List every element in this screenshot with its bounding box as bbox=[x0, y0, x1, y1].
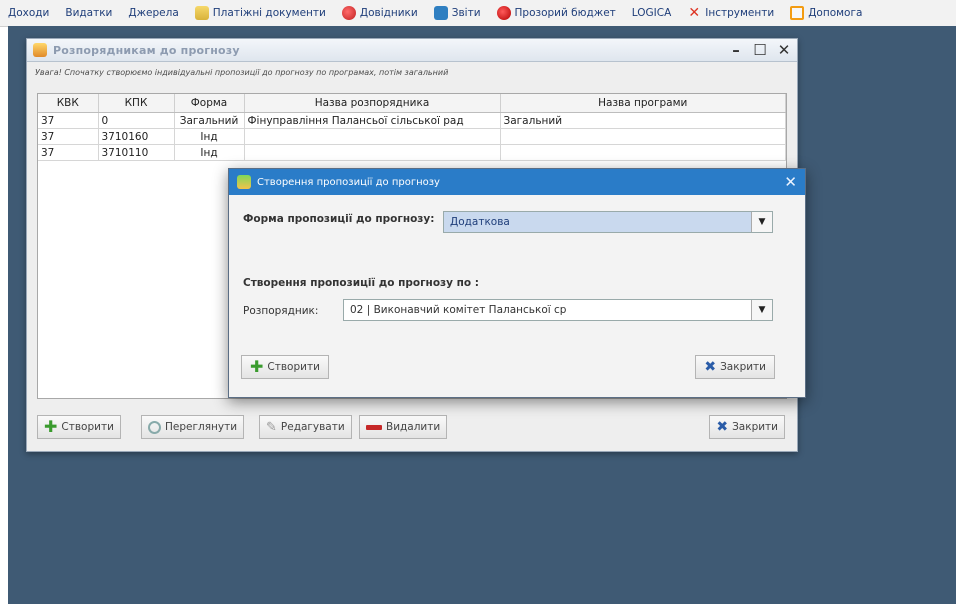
rozporiadnyk-select[interactable]: 02 | Виконавчий комітет Паланської ср ▼ bbox=[343, 299, 773, 321]
search-icon bbox=[148, 420, 161, 434]
folder-icon bbox=[194, 6, 209, 20]
cell-forma: Інд bbox=[174, 144, 245, 161]
close-x-icon: ✖ bbox=[716, 419, 729, 435]
menu-dzherela[interactable]: Джерела bbox=[120, 0, 186, 26]
section-label: Створення пропозиції до прогнозу по : bbox=[243, 277, 479, 289]
plus-icon: ✚ bbox=[44, 417, 58, 436]
dialog-close-button[interactable]: ✖ Закрити bbox=[695, 355, 775, 379]
chevron-down-icon[interactable]: ▼ bbox=[751, 300, 772, 320]
cell-kvk: 37 bbox=[38, 112, 99, 129]
close-button-label: Закрити bbox=[732, 421, 778, 433]
cell-forma: Інд bbox=[174, 128, 245, 145]
dialog-titlebar[interactable]: Створення пропозиції до прогнозу ✕ bbox=[229, 169, 805, 195]
menu-prozoryi-biudzhet[interactable]: Прозорий бюджет bbox=[489, 0, 624, 26]
table-header-row: КВК КПК Форма Назва розпорядника Назва п… bbox=[38, 94, 786, 113]
dialog-close-label: Закрити bbox=[720, 361, 766, 373]
red-circle-icon bbox=[496, 6, 511, 20]
menu-label: Доходи bbox=[8, 7, 50, 19]
delete-icon bbox=[366, 424, 382, 430]
dialog-app-icon bbox=[237, 175, 251, 189]
close-x-icon: ✖ bbox=[704, 359, 717, 375]
menu-dohody[interactable]: Доходи bbox=[0, 0, 57, 26]
delete-button[interactable]: Видалити bbox=[359, 415, 448, 439]
edit-button[interactable]: ✎ Редагувати bbox=[259, 415, 352, 439]
close-icon[interactable]: ✕ bbox=[777, 41, 791, 59]
menu-dovidnyky[interactable]: Довідники bbox=[334, 0, 426, 26]
cell-nazva-prohramy bbox=[500, 144, 786, 161]
maximize-icon[interactable]: ☐ bbox=[753, 41, 767, 59]
table-row[interactable]: 37 0 Загальний Фінуправління Палансьої с… bbox=[38, 112, 786, 129]
hint-text: Увага! Спочатку створюємо індивідуальні … bbox=[35, 68, 449, 77]
column-header-forma[interactable]: Форма bbox=[174, 94, 245, 113]
view-button[interactable]: Переглянути bbox=[141, 415, 245, 439]
table-row[interactable]: 37 3710160 Інд bbox=[38, 128, 786, 145]
cell-nazva-prohramy bbox=[500, 128, 786, 145]
cell-nazva-rozporiadnyka: Фінуправління Палансьої сільської рад bbox=[244, 112, 501, 129]
window-button-bar: ✚ Створити Переглянути ✎ Редагувати Вида… bbox=[37, 415, 785, 441]
minimize-icon[interactable]: – bbox=[729, 41, 743, 59]
menu-label: Видатки bbox=[65, 7, 113, 19]
menu-platizhni-dokumenty[interactable]: Платіжні документи bbox=[187, 0, 334, 26]
create-button[interactable]: ✚ Створити bbox=[37, 415, 121, 439]
form-select-value: Додаткова bbox=[450, 216, 510, 228]
main-menu-bar: Доходи Видатки Джерела Платіжні документ… bbox=[0, 0, 956, 27]
cell-nazva-rozporiadnyka bbox=[244, 144, 501, 161]
edit-icon: ✎ bbox=[266, 419, 277, 435]
view-button-label: Переглянути bbox=[165, 421, 238, 433]
menu-dopomoha[interactable]: Допомога bbox=[782, 0, 870, 26]
cell-kpk: 3710110 bbox=[98, 144, 175, 161]
help-icon bbox=[790, 6, 805, 20]
chevron-down-icon[interactable]: ▼ bbox=[751, 212, 772, 232]
dialog-create-label: Створити bbox=[267, 361, 320, 373]
column-header-nazva-rozporiadnyka[interactable]: Назва розпорядника bbox=[244, 94, 501, 113]
menu-logica[interactable]: LOGICA bbox=[624, 0, 680, 26]
menu-label: LOGICA bbox=[631, 7, 672, 19]
rozporiadnyk-select-value: 02 | Виконавчий комітет Паланської ср bbox=[350, 304, 567, 316]
column-header-kpk[interactable]: КПК bbox=[98, 94, 175, 113]
menu-label: Прозорий бюджет bbox=[514, 7, 616, 19]
dialog-close-icon[interactable]: ✕ bbox=[784, 173, 797, 191]
window-app-icon bbox=[33, 43, 47, 57]
menu-label: Платіжні документи bbox=[212, 7, 326, 19]
cell-kpk: 3710160 bbox=[98, 128, 175, 145]
window-titlebar[interactable]: Розпорядникам до прогнозу – ☐ ✕ bbox=[27, 39, 797, 62]
menu-label: Звіти bbox=[451, 7, 481, 19]
create-proposal-dialog: Створення пропозиції до прогнозу ✕ Форма… bbox=[228, 168, 806, 398]
globe-icon bbox=[341, 6, 356, 20]
plus-icon: ✚ bbox=[250, 357, 264, 376]
tools-icon: ✕ bbox=[688, 5, 701, 21]
table-row[interactable]: 37 3710110 Інд bbox=[38, 144, 786, 161]
edit-button-label: Редагувати bbox=[280, 421, 345, 433]
cell-nazva-rozporiadnyka bbox=[244, 128, 501, 145]
cell-kvk: 37 bbox=[38, 144, 99, 161]
form-label: Форма пропозиції до прогнозу: bbox=[243, 213, 435, 225]
delete-button-label: Видалити bbox=[386, 421, 441, 433]
rozporiadnyk-label: Розпорядник: bbox=[243, 305, 319, 317]
mail-icon bbox=[433, 6, 448, 20]
menu-label: Довідники bbox=[359, 7, 418, 19]
dialog-title: Створення пропозиції до прогнозу bbox=[257, 176, 440, 188]
window-title: Розпорядникам до прогнозу bbox=[53, 43, 240, 57]
form-select[interactable]: Додаткова ▼ bbox=[443, 211, 773, 233]
column-header-kvk[interactable]: КВК bbox=[38, 94, 99, 113]
create-button-label: Створити bbox=[61, 421, 114, 433]
dialog-create-button[interactable]: ✚ Створити bbox=[241, 355, 329, 379]
cell-nazva-prohramy: Загальний bbox=[500, 112, 786, 129]
menu-label: Інструменти bbox=[705, 7, 775, 19]
menu-zvity[interactable]: Звіти bbox=[426, 0, 489, 26]
menu-vydatky[interactable]: Видатки bbox=[57, 0, 120, 26]
cell-kpk: 0 bbox=[98, 112, 175, 129]
cell-forma: Загальний bbox=[174, 112, 245, 129]
column-header-nazva-prohramy[interactable]: Назва програми bbox=[500, 94, 786, 113]
menu-label: Джерела bbox=[128, 7, 179, 19]
menu-label: Допомога bbox=[808, 7, 863, 19]
menu-instrumenty[interactable]: ✕ Інструменти bbox=[679, 0, 782, 26]
cell-kvk: 37 bbox=[38, 128, 99, 145]
close-button[interactable]: ✖ Закрити bbox=[709, 415, 785, 439]
